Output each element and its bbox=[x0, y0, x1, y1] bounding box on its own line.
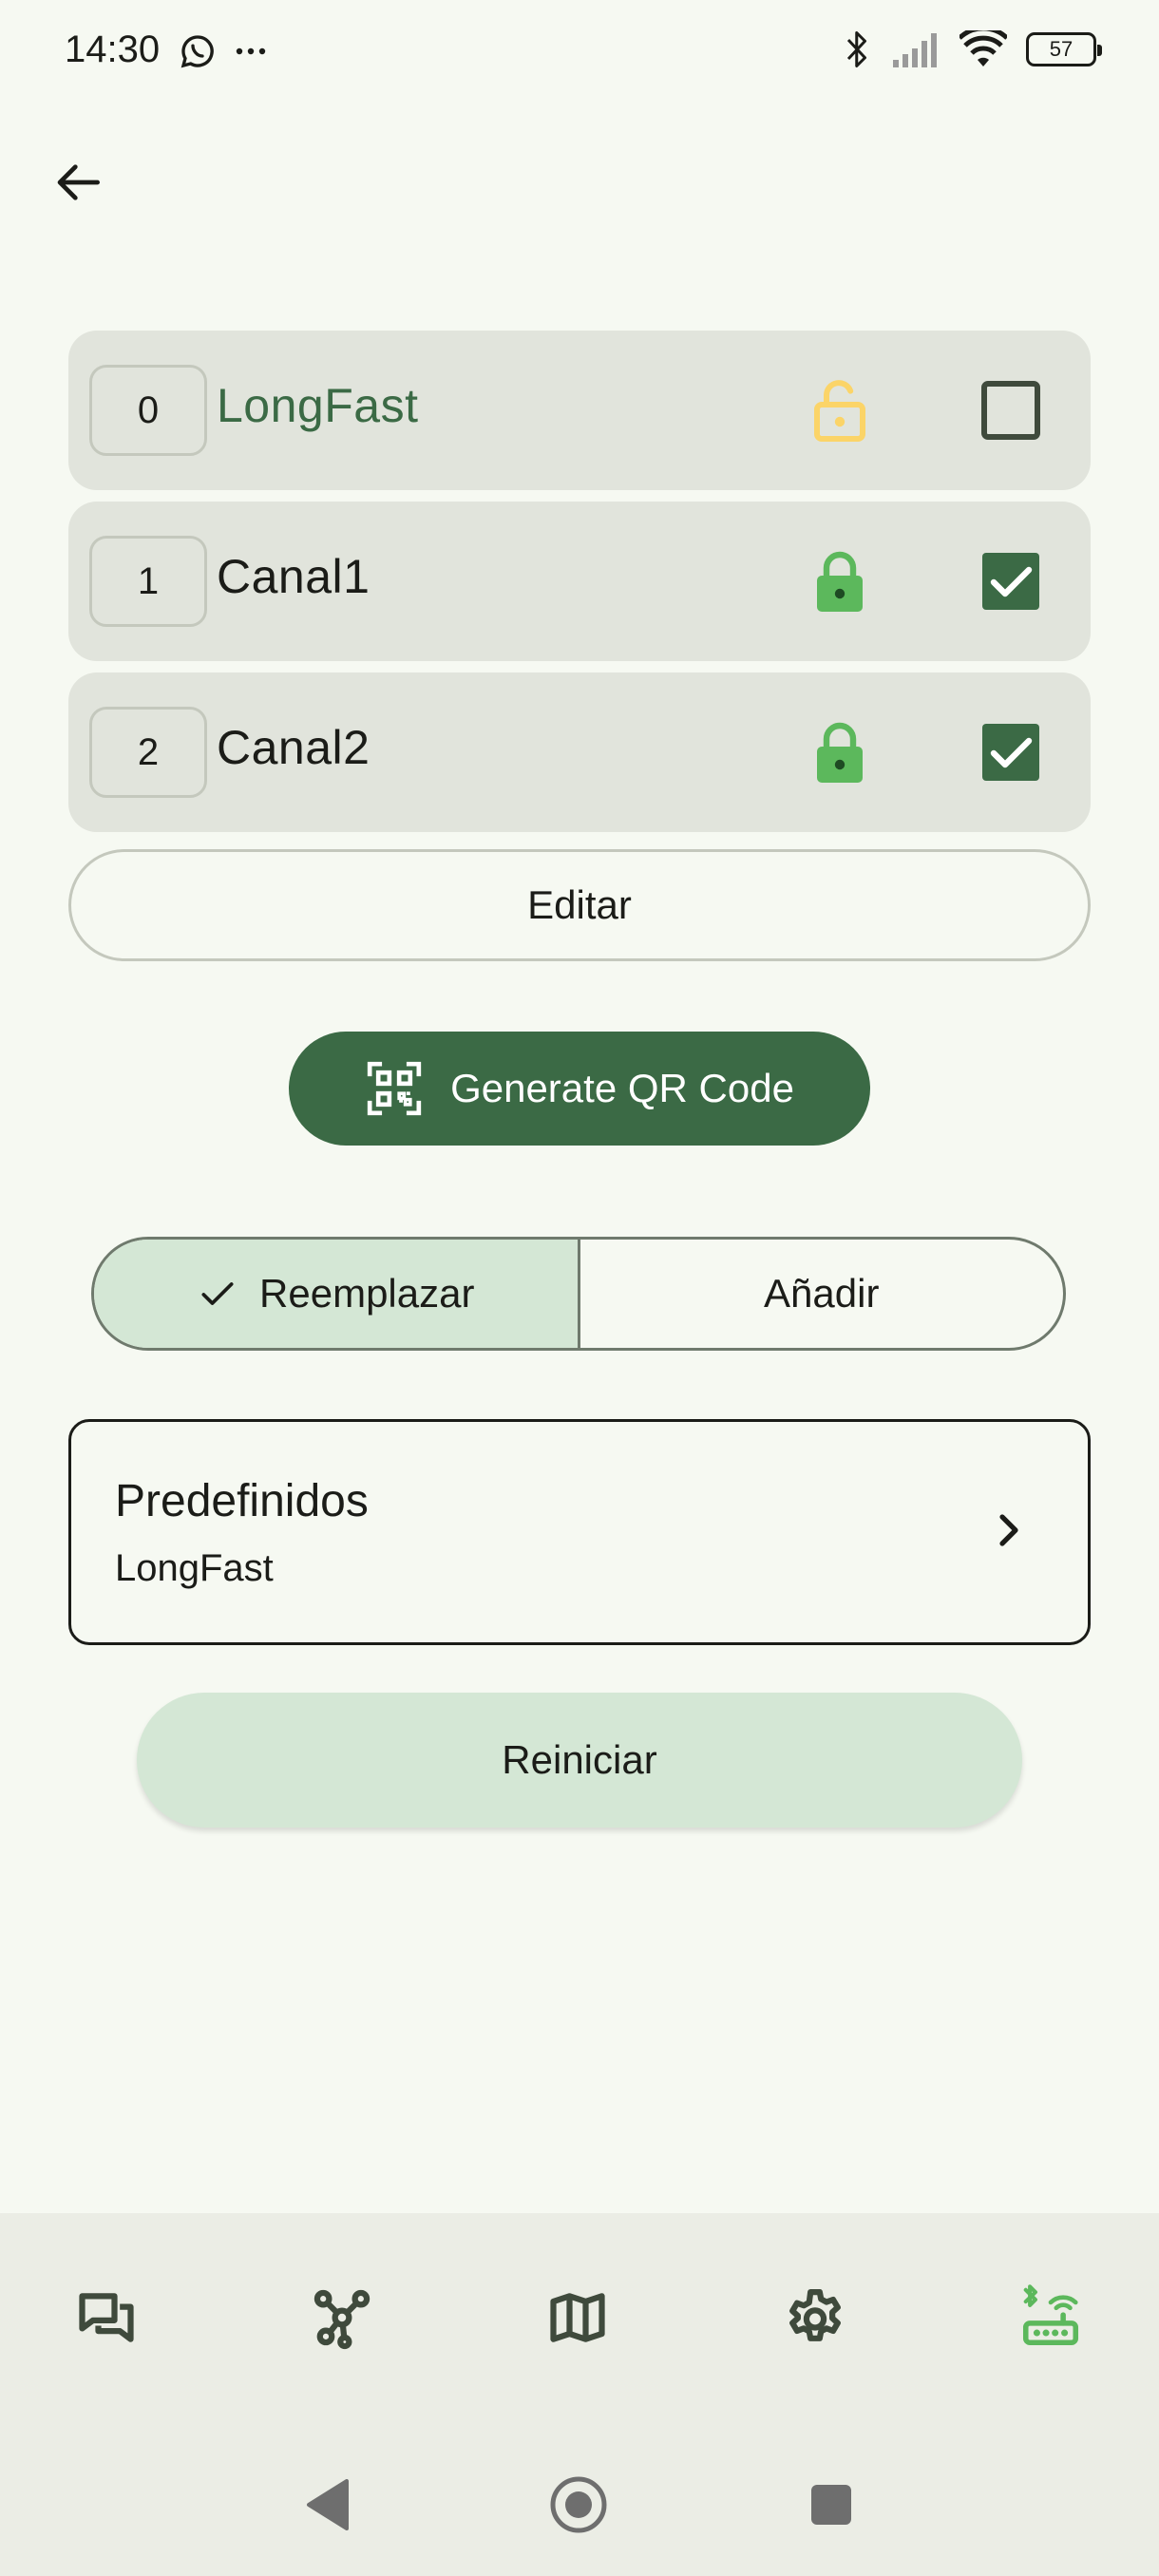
lock-icon[interactable] bbox=[813, 720, 866, 785]
mode-segmented-control: Reemplazar Añadir bbox=[91, 1237, 1066, 1351]
system-home-button[interactable] bbox=[545, 2472, 612, 2538]
edit-button[interactable]: Editar bbox=[68, 849, 1091, 961]
nav-map[interactable] bbox=[540, 2280, 616, 2356]
channel-row[interactable]: 1 Canal1 bbox=[68, 502, 1091, 661]
system-back-button[interactable] bbox=[294, 2472, 361, 2538]
presets-dropdown[interactable]: Predefinidos LongFast bbox=[68, 1419, 1091, 1645]
reset-button[interactable]: Reiniciar bbox=[137, 1693, 1022, 1828]
status-time: 14:30 bbox=[65, 28, 161, 70]
status-notification-icons bbox=[179, 32, 268, 70]
messages-icon bbox=[79, 2293, 134, 2342]
battery-level: 57 bbox=[1049, 37, 1074, 61]
map-icon bbox=[550, 2293, 605, 2342]
wifi-icon bbox=[960, 30, 1007, 66]
checkbox-checked[interactable] bbox=[980, 551, 1041, 612]
presets-title: Predefinidos bbox=[115, 1476, 369, 1526]
lock-icon[interactable] bbox=[813, 549, 866, 614]
lock-open-icon[interactable] bbox=[813, 378, 866, 443]
channel-row[interactable]: 0 LongFast bbox=[68, 331, 1091, 490]
channel-name: Canal2 bbox=[217, 721, 370, 774]
nav-connection[interactable] bbox=[1013, 2280, 1089, 2356]
chevron-right-icon bbox=[999, 1514, 1018, 1546]
check-icon bbox=[201, 1282, 234, 1305]
signal-icon bbox=[893, 33, 937, 67]
system-recents-button[interactable] bbox=[798, 2472, 864, 2538]
replace-label: Reemplazar bbox=[259, 1271, 475, 1316]
channel-index: 2 bbox=[89, 707, 207, 798]
generate-qr-label: Generate QR Code bbox=[450, 1066, 794, 1110]
add-label: Añadir bbox=[764, 1271, 880, 1316]
nav-messages[interactable] bbox=[68, 2280, 144, 2356]
nav-nodes[interactable] bbox=[304, 2280, 380, 2356]
generate-qr-button[interactable]: Generate QR Code bbox=[289, 1032, 870, 1146]
square-recents-icon bbox=[811, 2485, 851, 2525]
connection-icon bbox=[1022, 2284, 1079, 2346]
home-circle-icon bbox=[550, 2476, 607, 2533]
channel-index: 1 bbox=[89, 536, 207, 627]
triangle-back-icon bbox=[307, 2479, 349, 2530]
nav-settings[interactable] bbox=[777, 2280, 853, 2356]
more-dots-icon bbox=[236, 47, 266, 55]
channel-row[interactable]: 2 Canal2 bbox=[68, 672, 1091, 832]
checkbox-unchecked[interactable] bbox=[980, 380, 1041, 441]
checkbox-checked[interactable] bbox=[980, 722, 1041, 783]
back-button[interactable] bbox=[49, 152, 110, 213]
bluetooth-icon bbox=[846, 31, 866, 67]
channel-name: LongFast bbox=[217, 379, 419, 432]
whatsapp-icon bbox=[180, 35, 214, 68]
nodes-icon bbox=[314, 2289, 370, 2350]
settings-icon bbox=[789, 2288, 841, 2341]
channel-name: Canal1 bbox=[217, 550, 370, 603]
status-system-icons: 57 bbox=[844, 28, 1102, 70]
arrow-back-icon bbox=[57, 164, 100, 200]
presets-value: LongFast bbox=[115, 1547, 274, 1589]
qr-code-scanner-icon bbox=[367, 1061, 422, 1116]
battery-icon: 57 bbox=[1026, 32, 1102, 66]
channel-index: 0 bbox=[89, 365, 207, 456]
add-segment[interactable]: Añadir bbox=[580, 1240, 1064, 1348]
replace-segment[interactable]: Reemplazar bbox=[94, 1240, 580, 1348]
